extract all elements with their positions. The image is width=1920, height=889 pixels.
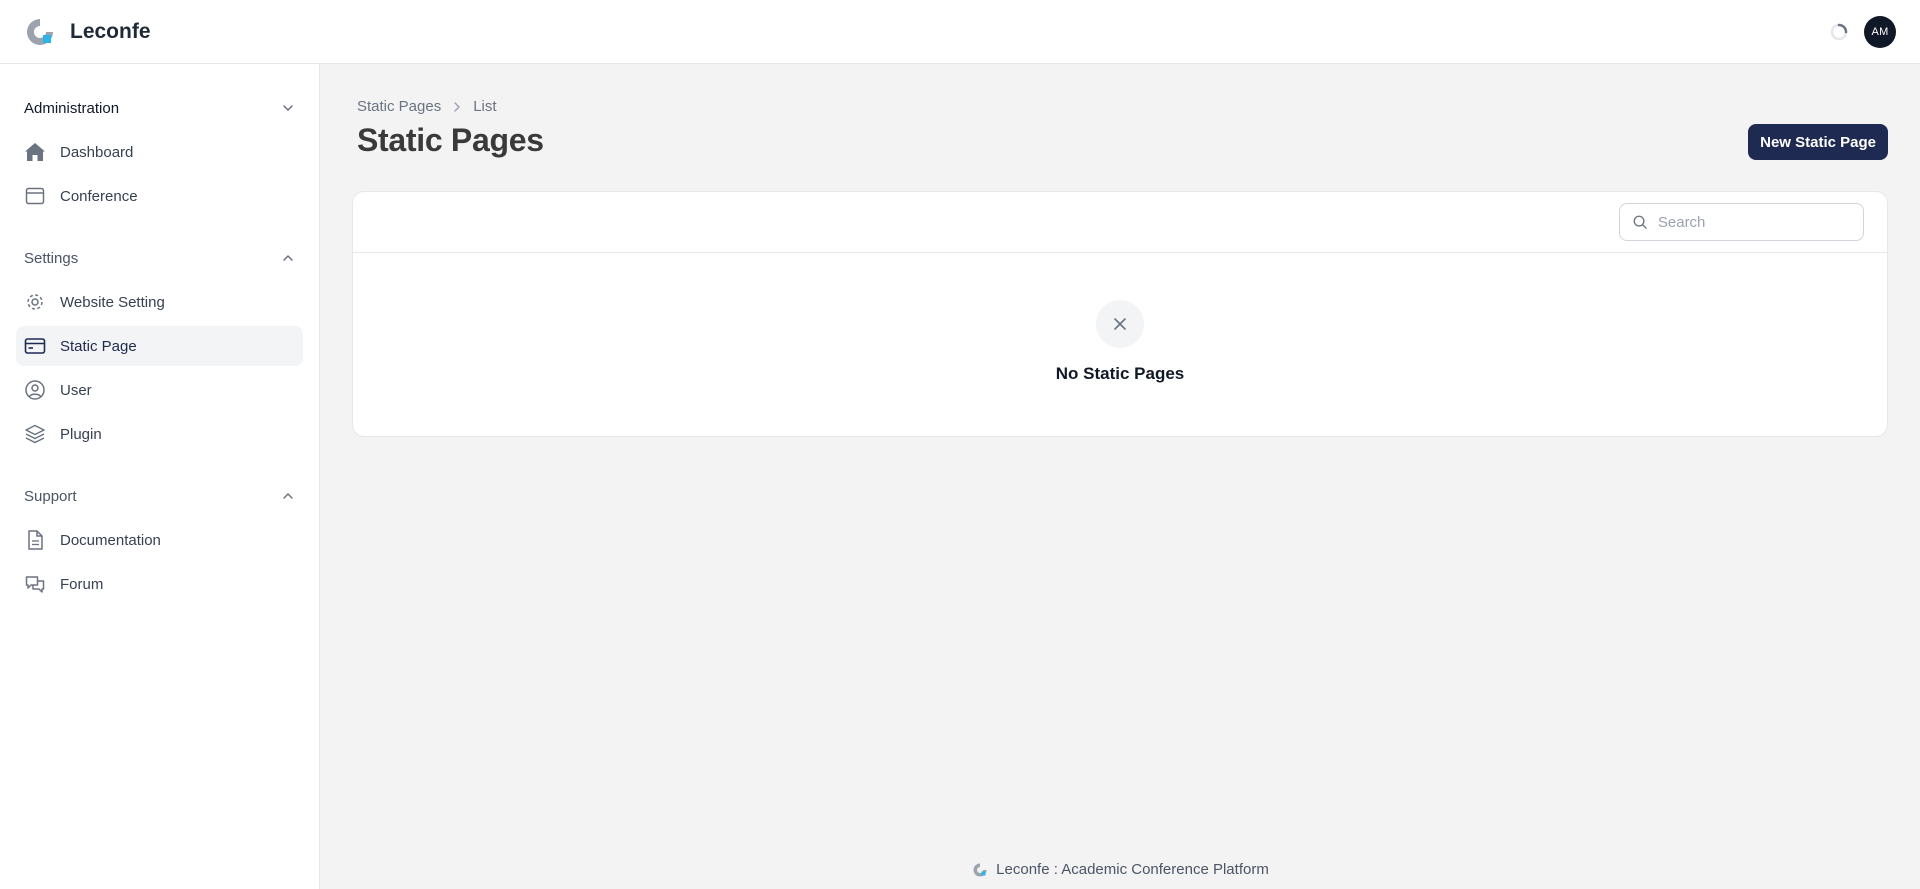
group-header-administration[interactable]: Administration [16, 88, 303, 128]
empty-state-icon-circle [1096, 300, 1144, 348]
sidebar: Administration Dashboard Conference Sett… [0, 64, 320, 889]
document-icon [28, 530, 43, 550]
sidebar-item-forum[interactable]: Forum [16, 564, 303, 604]
breadcrumb-current: List [473, 98, 497, 115]
sidebar-item-label: Dashboard [60, 143, 134, 161]
logo-icon [973, 863, 987, 876]
sidebar-item-dashboard[interactable]: Dashboard [16, 132, 303, 172]
chevron-up-icon [283, 255, 293, 261]
brand[interactable]: Leconfe [24, 16, 151, 48]
sidebar-item-label: Forum [60, 575, 104, 593]
sidebar-group-settings: Settings Website Setting Static Page Use… [0, 238, 319, 454]
page-title: Static Pages [357, 122, 544, 158]
chevron-right-icon [454, 101, 460, 112]
sidebar-item-label: Static Page [60, 337, 137, 355]
sidebar-item-conference[interactable]: Conference [16, 176, 303, 216]
user-circle-icon [25, 380, 45, 400]
sidebar-item-label: Plugin [60, 425, 102, 443]
sidebar-item-label: Website Setting [60, 293, 165, 311]
sidebar-group-support: Support Documentation Forum [0, 476, 319, 604]
footer-text: Leconfe : Academic Conference Platform [996, 861, 1269, 878]
loading-spinner-icon [1830, 23, 1848, 40]
breadcrumb-link-static-pages[interactable]: Static Pages [357, 98, 441, 115]
main-content: Static Pages List Static Pages New Stati… [321, 64, 1920, 889]
avatar[interactable]: AM [1864, 15, 1896, 48]
app-name: Leconfe [70, 19, 151, 43]
empty-state: No Static Pages [353, 253, 1887, 384]
group-header-settings[interactable]: Settings [16, 238, 303, 278]
footer: Leconfe : Academic Conference Platform [321, 861, 1920, 878]
top-bar: Leconfe AM [0, 0, 1920, 64]
table-card: No Static Pages [352, 191, 1888, 437]
sidebar-item-label: Conference [60, 187, 138, 205]
group-label: Administration [24, 99, 120, 117]
sidebar-item-website-setting[interactable]: Website Setting [16, 282, 303, 322]
calendar-icon [25, 187, 45, 205]
chat-icon [25, 576, 45, 593]
sidebar-item-label: User [60, 381, 92, 399]
breadcrumb: Static Pages List [357, 98, 497, 115]
sidebar-item-static-page[interactable]: Static Page [16, 326, 303, 366]
home-icon [25, 143, 45, 161]
group-header-support[interactable]: Support [16, 476, 303, 516]
group-label: Settings [24, 249, 79, 267]
group-label: Support [24, 487, 77, 505]
search-box[interactable] [1619, 203, 1864, 241]
search-input[interactable] [1657, 213, 1851, 231]
layers-icon [25, 424, 45, 444]
table-toolbar [353, 192, 1887, 253]
card-icon [24, 338, 46, 354]
close-icon [1114, 318, 1126, 330]
search-icon [1633, 215, 1647, 229]
sidebar-item-plugin[interactable]: Plugin [16, 414, 303, 454]
sidebar-item-label: Documentation [60, 531, 161, 549]
gear-icon [27, 294, 43, 310]
logo-icon [27, 18, 53, 45]
sidebar-item-user[interactable]: User [16, 370, 303, 410]
empty-state-text: No Static Pages [1055, 364, 1185, 383]
sidebar-group-administration: Administration Dashboard Conference [0, 88, 319, 216]
sidebar-item-documentation[interactable]: Documentation [16, 520, 303, 560]
chevron-down-icon [283, 105, 293, 111]
new-static-page-button[interactable]: New Static Page [1748, 124, 1888, 160]
chevron-up-icon [283, 493, 293, 499]
